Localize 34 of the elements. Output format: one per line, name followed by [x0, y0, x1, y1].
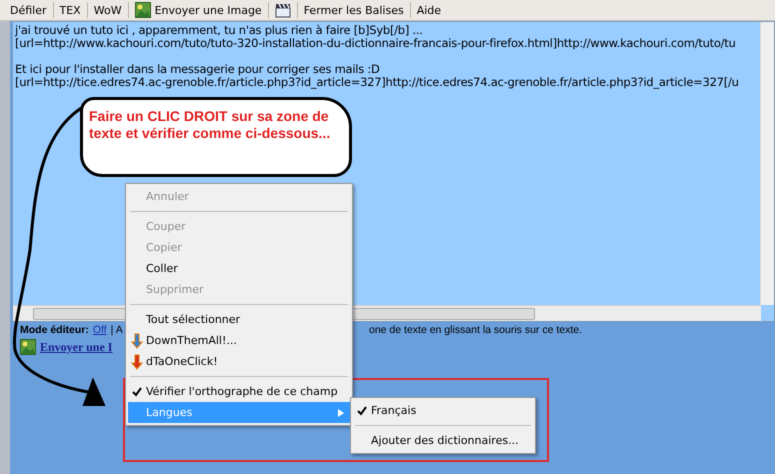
- text-line: [url=http://www.kachouri.com/tuto/tuto-320-installation-du-dictionnaire-francais-pour-firefox.html]http://www.kachouri.com/tuto/tu: [15, 36, 736, 50]
- menu-item[interactable]: DownThemAll!...: [128, 330, 350, 351]
- toolbar-button[interactable]: WoW: [88, 1, 128, 19]
- status-text: one de texte en glissant la souris sur ce texte.: [369, 324, 582, 336]
- text-line: Et ici pour l'installer dans la messagerie pour corriger ses mails :D: [15, 62, 380, 76]
- text-line: [url=http://tice.edres74.ac-grenoble.fr/article.php3?id_article=327]http://tice.edres74.ac-grenoble.fr/article.php3?id_article=327[/u: [15, 75, 739, 89]
- menu-item[interactable]: Ajouter des dictionnaires...: [353, 430, 533, 451]
- menu-item[interactable]: Tout sélectionner: [128, 309, 350, 330]
- status-text: | A: [110, 324, 123, 336]
- menu-item[interactable]: dTaOneClick!: [128, 351, 350, 372]
- toolbar-button[interactable]: Fermer les Balises: [298, 1, 410, 19]
- menu-item-label: Ajouter des dictionnaires...: [371, 434, 519, 447]
- clapperboard-icon: [274, 2, 291, 18]
- text-line: j'ai trouvé un tuto ici , apparemment, tu n'as plus rien à faire [b]Syb[/b] ...: [15, 23, 423, 37]
- mode-link[interactable]: Off: [92, 324, 107, 336]
- status-label: Mode éditeur:: [20, 324, 89, 336]
- annotation-text: Faire un CLIC DROIT sur sa zone de texte et vérifier comme ci-dessous...: [89, 108, 332, 142]
- menu-item-label: Vérifier l'orthographe de ce champ: [146, 385, 338, 398]
- menu-item[interactable]: Vérifier l'orthographe de ce champ: [128, 381, 350, 402]
- menu-item-label: dTaOneClick!: [146, 355, 218, 368]
- vertical-scrollbar[interactable]: [760, 22, 774, 305]
- image-icon: [134, 2, 151, 18]
- upload-link[interactable]: Envoyer une I: [40, 340, 112, 354]
- menu-item-label: Français: [371, 404, 416, 417]
- image-icon: [20, 339, 36, 355]
- menu-item-label: DownThemAll!...: [146, 334, 237, 347]
- menu-item[interactable]: Coller: [128, 258, 350, 279]
- menu-item-label: Langues: [146, 406, 192, 419]
- toolbar-button[interactable]: TEX: [54, 1, 87, 19]
- submenu-arrow-icon: [338, 408, 344, 416]
- toolbar-button[interactable]: Défiler: [4, 1, 53, 19]
- menu-item[interactable]: Français: [353, 400, 533, 421]
- toolbar-button[interactable]: Aide: [410, 1, 448, 19]
- upload-image-button[interactable]: Envoyer une Image: [128, 1, 268, 19]
